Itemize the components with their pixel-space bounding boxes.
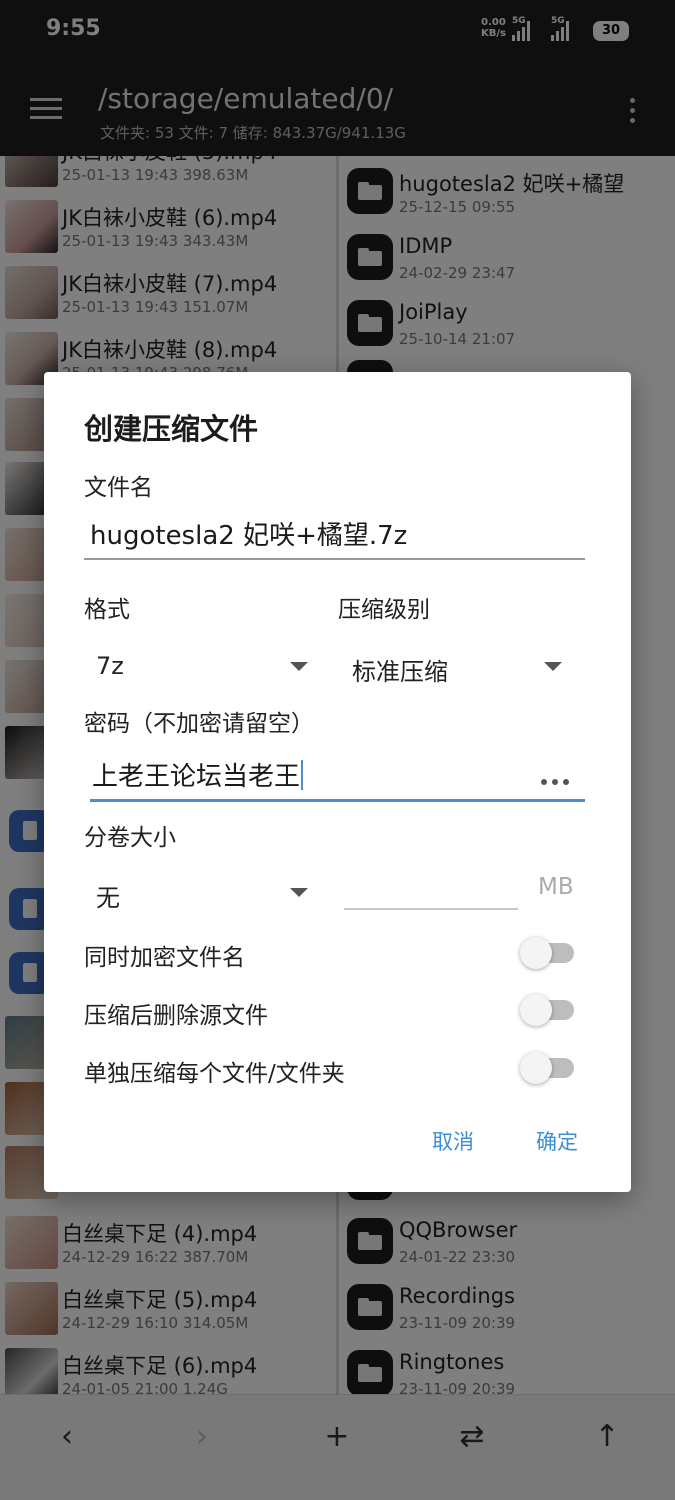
each-separately-label: 单独压缩每个文件/文件夹 xyxy=(84,1061,345,1087)
format-value: 7z xyxy=(96,652,124,680)
dialog-title: 创建压缩文件 xyxy=(84,412,259,446)
password-value: 上老王论坛当老王 xyxy=(92,756,304,793)
level-value: 标准压缩 xyxy=(352,658,448,686)
delete-source-label: 压缩后删除源文件 xyxy=(84,1003,268,1029)
text-cursor xyxy=(301,760,304,790)
split-select[interactable]: 无 xyxy=(84,872,308,916)
dropdown-arrow-icon xyxy=(544,662,562,671)
filename-label: 文件名 xyxy=(84,475,153,501)
cancel-button[interactable]: 取消 xyxy=(432,1126,474,1156)
level-label: 压缩级别 xyxy=(338,597,430,623)
each-separately-toggle[interactable] xyxy=(520,1049,576,1089)
level-select[interactable]: 标准压缩 xyxy=(340,646,562,690)
delete-source-toggle[interactable] xyxy=(520,991,576,1031)
filename-value: hugotesla2 妃咲+橘望.7z xyxy=(90,521,408,551)
dropdown-arrow-icon xyxy=(290,888,308,897)
encrypt-names-toggle[interactable] xyxy=(520,934,576,974)
dropdown-arrow-icon xyxy=(290,662,308,671)
format-select[interactable]: 7z xyxy=(84,646,308,690)
filename-field[interactable]: hugotesla2 妃咲+橘望.7z xyxy=(84,504,585,560)
encrypt-names-label: 同时加密文件名 xyxy=(84,945,245,971)
split-size-input[interactable] xyxy=(344,868,518,910)
password-text: 上老王论坛当老王 xyxy=(92,762,301,792)
password-field[interactable]: 上老王论坛当老王 xyxy=(90,744,585,802)
password-label: 密码（不加密请留空） xyxy=(84,711,314,737)
toggle-visibility-icon[interactable] xyxy=(541,779,569,785)
ok-button[interactable]: 确定 xyxy=(536,1126,578,1156)
split-unit: MB xyxy=(538,874,574,900)
create-archive-dialog: 创建压缩文件 文件名 hugotesla2 妃咲+橘望.7z 格式 7z 压缩级… xyxy=(44,372,631,1192)
split-label: 分卷大小 xyxy=(84,825,176,851)
split-value: 无 xyxy=(96,884,120,912)
format-label: 格式 xyxy=(84,597,130,623)
